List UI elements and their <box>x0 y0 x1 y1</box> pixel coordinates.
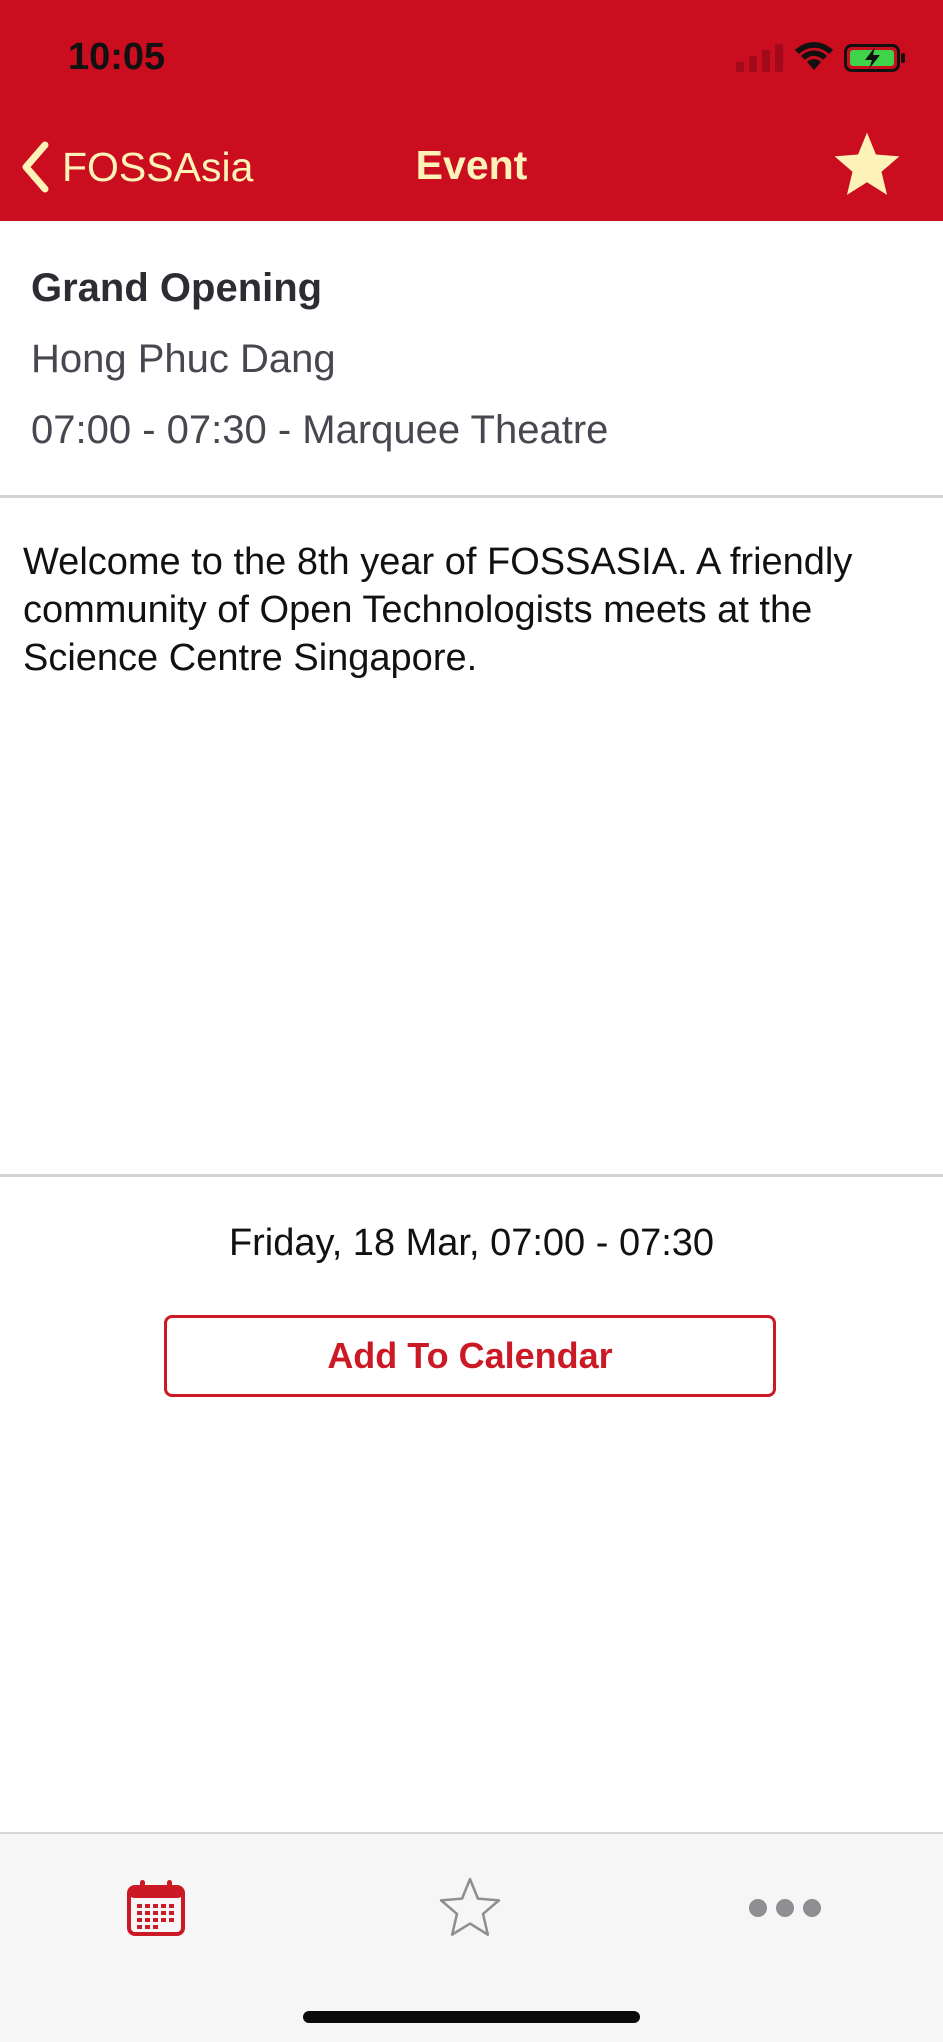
event-date-range: Friday, 18 Mar, 07:00 - 07:30 <box>228 1222 715 1264</box>
wifi-icon <box>795 42 833 70</box>
tab-more[interactable] <box>725 1868 845 1948</box>
back-button[interactable]: FOSSAsia <box>18 136 253 198</box>
divider <box>0 495 943 498</box>
divider <box>0 1174 943 1177</box>
event-speaker[interactable]: Hong Phuc Dang <box>31 333 608 385</box>
battery-charging-icon <box>844 44 905 72</box>
navigation-bar: 10:05 FOSSAsia Event <box>0 0 943 221</box>
event-info: Grand Opening Hong Phuc Dang 07:00 - 07:… <box>31 262 608 456</box>
more-dots-icon <box>749 1899 821 1917</box>
favorite-star-button[interactable] <box>830 128 904 202</box>
back-label: FOSSAsia <box>62 143 254 190</box>
event-time-location: 07:00 - 07:30 - Marquee Theatre <box>31 408 609 452</box>
cellular-signal-icon <box>736 44 783 72</box>
home-indicator <box>303 2011 640 2023</box>
tab-schedule[interactable] <box>96 1868 216 1948</box>
tab-bar <box>0 1832 943 2042</box>
star-filled-icon <box>834 132 900 195</box>
calendar-icon <box>127 1880 185 1936</box>
event-detail-screen: 10:05 FOSSAsia Event Grand Opening Hong … <box>0 0 943 2042</box>
event-description: Welcome to the 8th year of FOSSASIA. A f… <box>23 541 853 679</box>
star-outline-icon <box>439 1877 501 1936</box>
add-to-calendar-button[interactable]: Add To Calendar <box>164 1315 776 1397</box>
event-title: Grand Opening <box>31 266 323 310</box>
status-time: 10:05 <box>68 36 166 78</box>
tab-favorites[interactable] <box>410 1868 530 1948</box>
chevron-left-icon <box>22 141 49 193</box>
